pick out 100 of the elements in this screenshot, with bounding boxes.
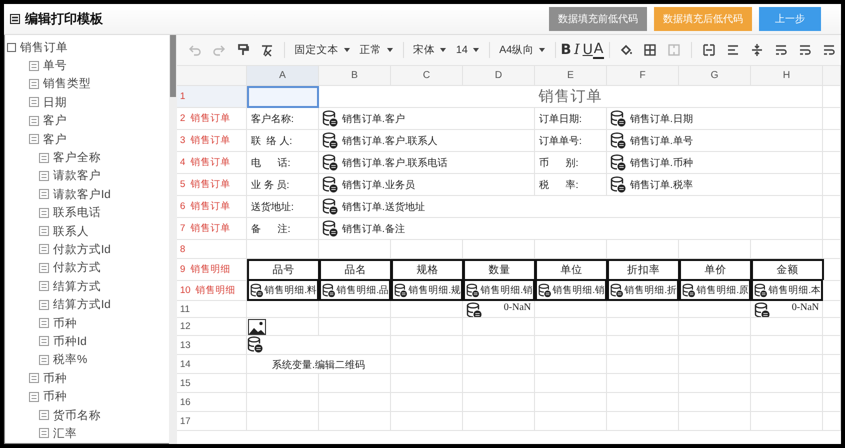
template-cell[interactable]: 销售明细.料 [247, 281, 319, 301]
format-button[interactable]: I [571, 39, 582, 61]
merged-cell[interactable]: 销售订单.客户.联系人 [319, 130, 535, 152]
format-button[interactable]: U [582, 39, 594, 61]
column-header[interactable]: G [679, 66, 751, 86]
empty-cell[interactable] [751, 374, 823, 393]
merged-cell[interactable]: 销售订单.日期 [607, 108, 823, 130]
empty-cell[interactable] [679, 355, 751, 374]
tree-item[interactable]: 付款方式Id [53, 242, 111, 257]
row-header[interactable]: 8 [177, 240, 247, 259]
text-wrap-icon[interactable] [822, 43, 836, 57]
corner-cell[interactable] [177, 66, 247, 86]
template-cell[interactable]: 销售明细.销 [535, 281, 607, 301]
column-header[interactable]: E [535, 66, 607, 86]
template-cell[interactable]: 销售明细.本 [751, 281, 823, 301]
empty-cell[interactable] [535, 374, 607, 393]
empty-cell[interactable] [823, 196, 841, 218]
empty-cell[interactable] [679, 374, 751, 393]
tree-item[interactable]: 结算方式 [53, 278, 101, 294]
empty-cell[interactable] [463, 355, 535, 374]
merged-cell[interactable] [247, 336, 391, 355]
selected-cell[interactable] [247, 86, 319, 108]
tree-item[interactable]: 客户全称 [53, 150, 101, 166]
format-button[interactable]: B [560, 39, 572, 61]
scrollbar-thumb[interactable] [170, 35, 176, 97]
empty-cell[interactable] [391, 355, 463, 374]
empty-cell[interactable] [535, 240, 607, 259]
column-header[interactable]: C [391, 66, 463, 86]
empty-cell[interactable] [823, 281, 841, 301]
folder-node-icon[interactable] [7, 42, 16, 52]
empty-cell[interactable] [319, 412, 391, 431]
empty-cell[interactable] [319, 374, 391, 393]
empty-cell[interactable] [823, 152, 841, 174]
merged-cell[interactable]: 销售订单.币种 [607, 152, 823, 174]
tree-item[interactable]: 销售类型 [43, 76, 91, 92]
merged-cell[interactable]: 销售订单.单号 [607, 130, 823, 152]
empty-cell[interactable] [607, 355, 679, 374]
clear-format-icon[interactable] [260, 43, 274, 57]
empty-cell[interactable] [679, 336, 751, 355]
empty-cell[interactable] [463, 374, 535, 393]
empty-cell[interactable] [823, 240, 841, 259]
row-header[interactable]: 4 销售订单 [177, 152, 247, 174]
tree-item[interactable]: 请款客户Id [53, 186, 111, 202]
empty-cell[interactable] [319, 393, 391, 412]
empty-cell[interactable] [679, 318, 751, 336]
template-cell[interactable]: 销售明细.品 [319, 281, 391, 301]
undo-icon[interactable] [188, 43, 202, 57]
empty-cell[interactable] [823, 130, 841, 152]
align-icon[interactable] [726, 43, 740, 57]
row-header[interactable]: 13 [177, 336, 247, 355]
empty-cell[interactable] [391, 336, 463, 355]
tree-item[interactable]: 结算方式Id [53, 297, 111, 312]
empty-cell[interactable] [607, 318, 679, 336]
empty-cell[interactable] [319, 301, 391, 318]
tree-item[interactable]: 币种 [43, 389, 67, 404]
empty-cell[interactable] [679, 393, 751, 412]
empty-cell[interactable] [823, 355, 841, 374]
merged-cell[interactable]: 销售订单.税率 [607, 174, 823, 196]
tree-item[interactable]: 付款方式 [53, 260, 101, 276]
tree-item[interactable]: 销售订单 [20, 40, 68, 55]
empty-cell[interactable] [391, 412, 463, 431]
format-button[interactable]: A [593, 41, 604, 59]
tree-item[interactable]: 客户 [43, 132, 67, 147]
merge-cells-icon[interactable] [667, 43, 682, 57]
paint-format-icon[interactable] [236, 43, 250, 57]
row-header[interactable]: 11 [177, 301, 247, 318]
merged-cell[interactable]: 系统变量.编辑二维码 [247, 355, 391, 374]
tree-item[interactable]: 客户 [43, 113, 67, 128]
empty-cell[interactable] [823, 318, 841, 336]
menu-icon[interactable] [10, 14, 20, 24]
empty-cell[interactable] [823, 412, 841, 431]
row-header[interactable]: 6 销售订单 [177, 196, 247, 218]
empty-cell[interactable] [535, 318, 607, 336]
tree-item[interactable]: 日期 [43, 94, 67, 110]
format-dropdown[interactable]: 14 [451, 39, 484, 61]
borders-icon[interactable] [643, 43, 658, 57]
row-header[interactable]: 14 [177, 355, 247, 374]
format-dropdown[interactable]: 正常 [354, 39, 398, 61]
redo-icon[interactable] [212, 43, 226, 57]
tree-item[interactable]: 税率% [53, 352, 88, 368]
empty-cell[interactable] [535, 336, 607, 355]
tree-item[interactable]: 请款客户 [53, 168, 101, 184]
row-header[interactable]: 12 [177, 318, 247, 336]
empty-cell[interactable] [751, 336, 823, 355]
empty-cell[interactable] [823, 393, 841, 412]
template-cell[interactable]: 销售明细.原 [679, 281, 751, 301]
column-header[interactable]: B [319, 66, 391, 86]
format-dropdown[interactable]: 固定文本 [290, 39, 355, 61]
empty-cell[interactable] [607, 393, 679, 412]
empty-cell[interactable] [751, 355, 823, 374]
empty-cell[interactable] [607, 301, 679, 318]
fill-color-icon[interactable] [619, 43, 634, 57]
empty-cell[interactable] [823, 301, 841, 318]
template-cell[interactable]: 销售明细.销 [463, 281, 535, 301]
empty-cell[interactable] [607, 240, 679, 259]
row-header[interactable]: 7 销售订单 [177, 218, 247, 240]
empty-cell[interactable] [535, 412, 607, 431]
tree-item[interactable]: 汇率 [53, 426, 77, 441]
merged-cell[interactable]: 销售订单.业务员 [319, 174, 535, 196]
row-header[interactable]: 3 销售订单 [177, 130, 247, 152]
